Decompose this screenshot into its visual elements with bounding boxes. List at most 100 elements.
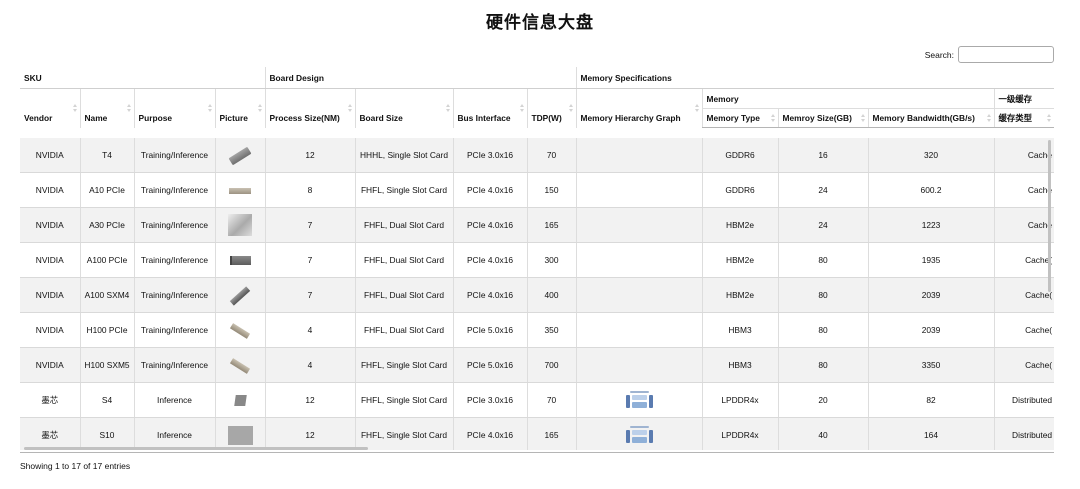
sort-arrows-icon [770,114,775,122]
sort-arrows-icon [347,104,352,113]
cell-vendor: 墨芯 [20,382,80,418]
cell-memory-type: HBM2e [701,277,779,313]
cell-picture [214,382,265,418]
cell-memory-type: LPDDR4x [701,417,779,450]
cell-process-size: 7 [264,207,355,243]
column-header-vendor[interactable]: Vendor [20,89,80,128]
cell-process-size: 12 [264,417,355,450]
cell-tdp: 165 [526,207,577,243]
column-header-memory-bandwidth[interactable]: Memory Bandwidth(GB/s) [867,108,995,128]
cell-tdp: 700 [526,347,577,383]
cell-picture [214,312,265,348]
cell-vendor: NVIDIA [20,138,80,173]
column-header-picture[interactable]: Picture [214,88,265,128]
cell-name: T4 [79,138,134,173]
cell-cache-type: Distributed [993,382,1054,418]
cell-bus-interface: PCIe 4.0x16 [452,172,527,208]
cell-vendor: 墨芯 [20,417,80,450]
cell-memory-hierarchy-graph [575,382,703,418]
group-header-memory: Memory [701,88,995,109]
cell-memory-bandwidth: 2039 [867,312,995,348]
gpu-card-flat-image [229,187,251,194]
cell-memory-size: 80 [777,277,869,313]
column-header-memory-hierarchy-graph[interactable]: Memory Hierarchy Graph [575,88,703,128]
hardware-table-container[interactable]: SKU Board Design Memory Specifications V… [20,67,1054,450]
card-photo-image [227,425,253,445]
cell-cache-type: Cache( [993,242,1054,278]
cell-process-size: 4 [264,347,355,383]
cell-process-size: 7 [264,277,355,313]
cell-memory-size: 24 [777,172,869,208]
cell-board-size: FHFL, Single Slot Card [354,347,453,383]
column-header-process-size[interactable]: Process Size(NM) [264,88,355,128]
cell-memory-hierarchy-graph [575,207,703,243]
cell-bus-interface: PCIe 4.0x16 [452,242,527,278]
sort-arrows-icon [445,104,450,113]
group-header-board-design: Board Design [264,67,577,89]
entries-info: Showing 1 to 17 of 17 entries [20,461,131,471]
cell-picture [214,172,265,208]
table-row: NVIDIA T4 Training/Inference 12 HHHL, Si… [20,138,1054,173]
search-input[interactable] [958,46,1054,63]
group-header-memory-specifications: Memory Specifications [575,67,1054,89]
cell-memory-size: 20 [777,382,869,418]
vertical-scrollbar[interactable] [1048,140,1052,451]
page-title: 硬件信息大盘 [486,13,594,33]
sort-arrows-icon [519,104,524,113]
horizontal-scrollbar-thumb[interactable] [24,447,368,450]
cell-name: H100 PCIe [79,312,134,348]
table-row: NVIDIA A30 PCIe Training/Inference 7 FHF… [20,207,1054,243]
gpu-card-bracket-image [229,256,251,266]
cell-memory-hierarchy-graph [575,417,703,450]
cell-name: S4 [79,382,134,418]
column-header-memory-type[interactable]: Memory Type [701,108,779,128]
cell-tdp: 70 [526,138,577,173]
cell-memory-type: HBM3 [701,312,779,348]
horizontal-scrollbar[interactable] [20,447,1054,451]
cell-picture [214,242,265,278]
cell-memory-hierarchy-graph [575,277,703,313]
cell-memory-type: HBM2e [701,207,779,243]
cell-picture [214,417,265,450]
group-header-l1-cache: 一级缓存 [993,88,1054,109]
cell-process-size: 12 [264,382,355,418]
cell-memory-type: GDDR6 [701,172,779,208]
column-header-board-size[interactable]: Board Size [354,88,453,128]
cell-process-size: 4 [264,312,355,348]
column-header-bus-interface[interactable]: Bus Interface [452,88,527,128]
cell-memory-hierarchy-graph [575,347,703,383]
cell-cache-type: Cache [993,138,1054,173]
cell-memory-size: 80 [777,347,869,383]
hardware-table: SKU Board Design Memory Specifications V… [20,67,1054,450]
column-header-memory-size[interactable]: Memroy Size(GB) [777,108,869,128]
column-header-cache-type[interactable]: 缓存类型 [993,108,1054,128]
cell-memory-size: 16 [777,138,869,173]
cell-bus-interface: PCIe 4.0x16 [452,207,527,243]
sort-arrows-icon [1047,114,1052,122]
cell-name: A30 PCIe [79,207,134,243]
cell-bus-interface: PCIe 3.0x16 [452,138,527,173]
cell-tdp: 165 [526,417,577,450]
table-row: NVIDIA A10 PCIe Training/Inference 8 FHF… [20,172,1054,208]
vertical-scrollbar-thumb[interactable] [1048,140,1051,292]
cell-bus-interface: PCIe 4.0x16 [452,417,527,450]
table-row: NVIDIA H100 PCIe Training/Inference 4 FH… [20,312,1054,348]
cell-picture [214,277,265,313]
memory-hierarchy-graph-image [625,390,653,410]
cell-memory-bandwidth: 2039 [867,277,995,313]
column-header-purpose[interactable]: Purpose [133,88,215,128]
table-row: NVIDIA H100 SXM5 Training/Inference 4 FH… [20,347,1054,383]
cell-purpose: Training/Inference [133,347,215,383]
cell-vendor: NVIDIA [20,172,80,208]
cell-purpose: Training/Inference [133,138,215,173]
table-bottom-border [20,452,1054,453]
sort-arrows-icon [126,104,131,113]
cell-name: S10 [79,417,134,450]
cell-memory-type: HBM2e [701,242,779,278]
cell-board-size: FHFL, Dual Slot Card [354,312,453,348]
column-header-tdp[interactable]: TDP(W) [526,88,577,128]
column-header-name[interactable]: Name [79,88,134,128]
cell-board-size: FHFL, Dual Slot Card [354,277,453,313]
cell-process-size: 12 [264,138,355,173]
cell-vendor: NVIDIA [20,347,80,383]
